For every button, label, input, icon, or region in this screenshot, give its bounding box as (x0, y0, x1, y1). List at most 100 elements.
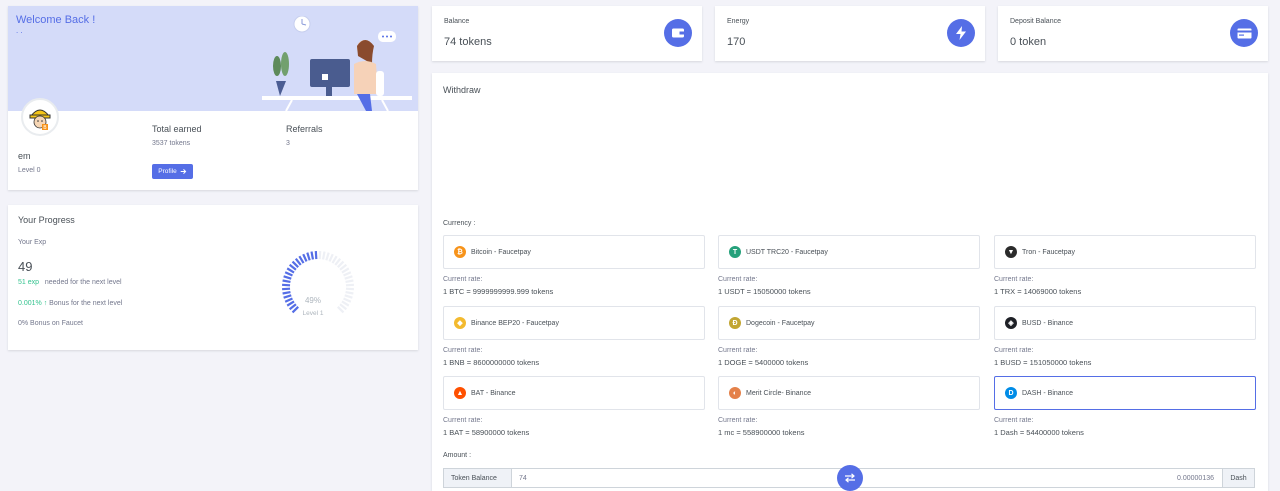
current-rate-value: 1 BUSD = 151050000 tokens (994, 358, 1092, 367)
currency-name: Dogecoin - Faucetpay (746, 319, 815, 327)
currency-option[interactable]: T USDT TRC20 - Faucetpay (718, 235, 980, 269)
gauge-tick (302, 253, 308, 262)
lightning-icon (947, 19, 975, 47)
progress-title: Your Progress (18, 215, 75, 225)
withdraw-card: Withdraw Currency : ₿ Bitcoin - Faucetpay… (432, 73, 1268, 491)
balance-card: Balance 74 tokens (432, 6, 702, 61)
svg-text:B: B (43, 125, 47, 131)
bonus-pct: 0.001% (18, 300, 42, 307)
energy-value: 170 (727, 36, 746, 48)
current-rate-value: 1 TRX = 14069000 tokens (994, 287, 1082, 296)
gauge-tick (341, 267, 350, 274)
currency-option[interactable]: ◆ Binance BEP20 - Faucetpay (443, 306, 705, 340)
gauge-tick (306, 252, 311, 261)
current-rate-label: Current rate: (994, 276, 1034, 283)
progress-card: Your Progress Your Exp 49 51 exp needed … (8, 205, 418, 350)
welcome-dots: . . (16, 26, 23, 35)
gauge-tick (325, 252, 330, 261)
gauge-tick (284, 271, 293, 277)
exp-label: Your Exp (18, 239, 47, 246)
current-rate-label: Current rate: (443, 276, 483, 283)
welcome-card: Welcome Back ! . . B em Level 0 Total ea… (8, 6, 418, 190)
gauge-tick (345, 290, 354, 295)
current-rate-value: 1 mc = 558900000 tokens (718, 428, 805, 437)
needed-exp-line: 51 exp needed for the next level (18, 279, 122, 286)
gauge-tick (310, 251, 315, 260)
exp-value: 49 (18, 259, 33, 274)
user-level: Level 0 (18, 167, 41, 174)
currency-option[interactable]: ▼ Tron - Faucetpay (994, 235, 1256, 269)
currency-option[interactable]: ₿ Bitcoin - Faucetpay (443, 235, 705, 269)
arrow-up-icon: ↑ (43, 300, 48, 307)
token-balance-label: Token Balance (444, 469, 512, 487)
current-rate-label: Current rate: (443, 417, 483, 424)
needed-exp-text: needed for the next level (44, 279, 122, 286)
current-rate-label: Current rate: (718, 276, 758, 283)
referrals-label: Referrals (286, 124, 323, 134)
needed-exp: 51 exp (18, 279, 40, 286)
gauge-tick (328, 253, 334, 262)
avatar[interactable]: B (21, 98, 59, 136)
currency-name: Tron - Faucetpay (1022, 248, 1076, 256)
current-rate-value: 1 BTC = 9999999999.999 tokens (443, 287, 554, 296)
coin-icon: ▲ (454, 387, 466, 399)
current-rate-label: Current rate: (994, 347, 1034, 354)
gauge-tick (298, 255, 305, 264)
desk-illustration (262, 16, 412, 111)
gauge-tick (321, 251, 326, 260)
gauge-tick (283, 275, 292, 280)
profile-button-label: Profile (158, 168, 177, 175)
currency-option[interactable]: ▲ BAT - Binance (443, 376, 705, 410)
deposit-balance-value: 0 token (1010, 36, 1047, 48)
coin-icon: ₿ (454, 246, 466, 258)
deposit-balance-card: Deposit Balance 0 token (998, 6, 1268, 61)
profile-button[interactable]: Profile (152, 164, 193, 179)
currency-option[interactable]: Ð Dogecoin - Faucetpay (718, 306, 980, 340)
currency-name: DASH - Binance (1022, 389, 1073, 397)
coin-icon: T (729, 246, 741, 258)
current-rate-value: 1 DOGE = 5400000 tokens (718, 358, 809, 367)
gauge-tick (343, 297, 352, 303)
credit-card-icon (1230, 19, 1258, 47)
current-rate-label: Current rate: (443, 347, 483, 354)
gauge-tick (331, 255, 338, 264)
energy-label: Energy (727, 18, 750, 25)
gauge-percent: 49% (304, 296, 321, 305)
current-rate-label: Current rate: (994, 417, 1034, 424)
arrow-right-icon (180, 169, 187, 174)
welcome-title: Welcome Back ! (16, 14, 96, 26)
total-earned-value: 3537 tokens (152, 140, 191, 147)
coin-icon: ◆ (454, 317, 466, 329)
coin-icon: D (1005, 387, 1017, 399)
gauge-tick (341, 300, 350, 307)
gauge-tick (343, 271, 352, 277)
currency-name: Binance BEP20 - Faucetpay (471, 319, 559, 327)
current-rate-value: 1 Dash = 54400000 tokens (994, 428, 1084, 437)
currency-option[interactable]: D DASH - Binance (994, 376, 1256, 410)
coin-icon: ◈ (1005, 317, 1017, 329)
miner-avatar-icon: B (29, 109, 51, 131)
referrals-value: 3 (286, 140, 290, 147)
converted-unit: Dash (1222, 469, 1254, 487)
coin-icon: ◐ (729, 387, 741, 399)
currency-option[interactable]: ◐ Merit Circle- Binance (718, 376, 980, 410)
wallet-icon (664, 19, 692, 47)
deposit-balance-label: Deposit Balance (1010, 18, 1061, 25)
currency-name: BUSD - Binance (1022, 319, 1073, 327)
gauge-tick (344, 294, 353, 299)
username: em (18, 151, 31, 161)
bonus-text: Bonus for the next level (49, 300, 123, 307)
currency-option[interactable]: ◈ BUSD - Binance (994, 306, 1256, 340)
current-rate-value: 1 BNB = 8600000000 tokens (443, 358, 540, 367)
energy-card: Energy 170 (715, 6, 985, 61)
gauge-tick (283, 294, 292, 299)
currency-name: Bitcoin - Faucetpay (471, 248, 531, 256)
gauge-level: Level 1 (302, 310, 324, 317)
gauge-tick (282, 279, 291, 284)
withdraw-title: Withdraw (443, 85, 481, 95)
balance-value: 74 tokens (444, 36, 492, 48)
currency-name: USDT TRC20 - Faucetpay (746, 248, 828, 256)
current-rate-label: Current rate: (718, 417, 758, 424)
current-rate-value: 1 BAT = 58900000 tokens (443, 428, 530, 437)
swap-button[interactable] (837, 465, 863, 491)
